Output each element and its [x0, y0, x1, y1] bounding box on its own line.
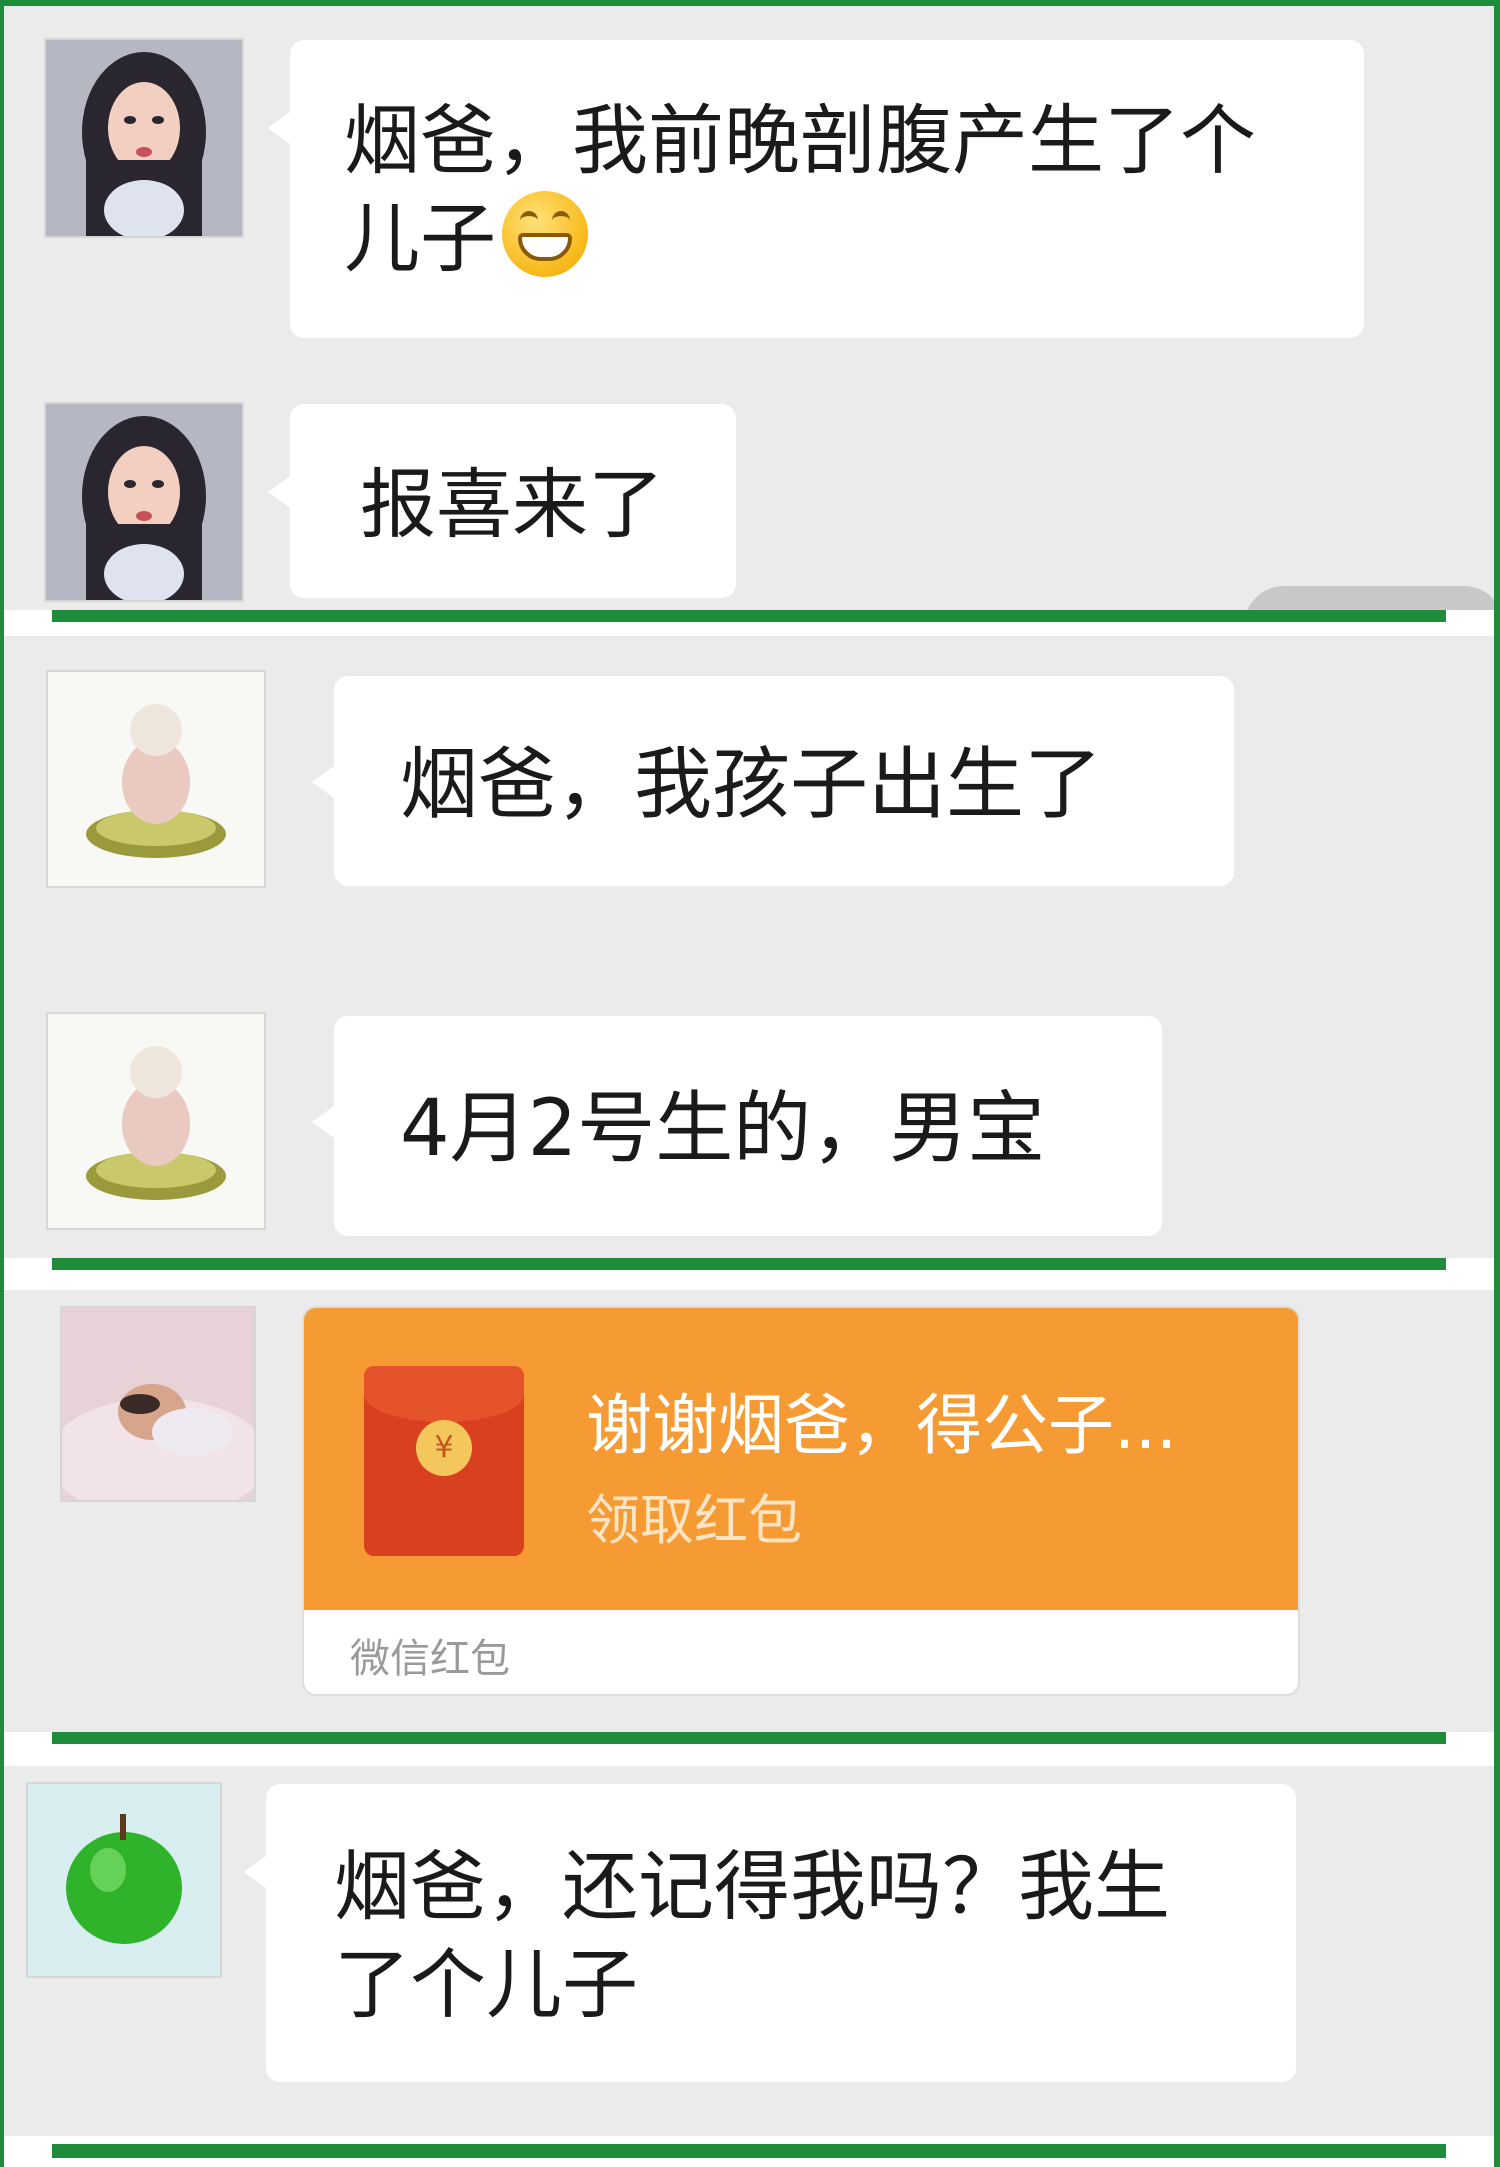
divider-4: [52, 2144, 1446, 2158]
red-packet-title: 谢谢烟爸，得公子...: [586, 1387, 1177, 1464]
red-packet-header: ¥ 谢谢烟爸，得公子... 领取红包: [304, 1308, 1298, 1610]
divider-1: [52, 610, 1446, 622]
message-text-1b: 儿子: [344, 190, 1324, 288]
message-text-3: 烟爸，我孩子出生了: [400, 740, 1103, 830]
message-text-1b-body: 儿子: [344, 194, 496, 283]
message-text-2: 报喜来了: [360, 460, 664, 549]
avatar-woman[interactable]: [44, 38, 244, 238]
coin-icon: ¥: [416, 1420, 472, 1476]
avatar-figurine[interactable]: [46, 670, 266, 888]
avatar-baby[interactable]: [60, 1306, 256, 1502]
chat-panel-4: 烟爸，还记得我吗？我生 了个儿子: [4, 1766, 1496, 2136]
chat-panel-3: ¥ 谢谢烟爸，得公子... 领取红包 微信红包: [4, 1290, 1496, 1732]
frame-right: [1494, 0, 1500, 2167]
woman-portrait-icon: [46, 404, 242, 600]
frame-top: [0, 0, 1500, 6]
figurine-icon: [48, 672, 264, 886]
message-bubble-1[interactable]: 烟爸，我前晚剖腹产生了个 儿子: [268, 40, 1364, 338]
message-text-6a: 烟爸，还记得我吗？我生: [334, 1842, 1170, 1931]
red-envelope-icon: ¥: [364, 1366, 524, 1556]
avatar-woman[interactable]: [44, 402, 244, 602]
message-bubble-3[interactable]: 烟爸，我孩子出生了: [312, 676, 1234, 886]
avatar-green-apple[interactable]: [26, 1782, 222, 1978]
message-bubble-2[interactable]: 报喜来了: [268, 404, 736, 598]
scroll-indicator[interactable]: [1244, 586, 1496, 610]
red-packet-card[interactable]: ¥ 谢谢烟爸，得公子... 领取红包 微信红包: [302, 1306, 1300, 1696]
green-apple-icon: [28, 1784, 220, 1976]
baby-photo-icon: [62, 1308, 254, 1500]
message-bubble-4[interactable]: 4月2号生的，男宝: [312, 1016, 1162, 1236]
avatar-figurine[interactable]: [46, 1012, 266, 1230]
divider-2: [52, 1258, 1446, 1270]
message-text-6b: 了个儿子: [334, 1940, 638, 2029]
figurine-icon: [48, 1014, 264, 1228]
chat-panel-2: 烟爸，我孩子出生了 4月2号生的，男宝: [4, 636, 1496, 1258]
chat-panel-1: 烟爸，我前晚剖腹产生了个 儿子 #mb1tail{} 报喜来了: [4, 6, 1496, 610]
red-packet-action[interactable]: 领取红包: [586, 1476, 802, 1555]
woman-portrait-icon: [46, 40, 242, 236]
message-text-1a: 烟爸，我前晚剖腹产生了个: [344, 96, 1256, 185]
message-text-4: 4月2号生的，男宝: [400, 1084, 1046, 1174]
frame-left: [0, 0, 4, 2167]
red-packet-footer: 微信红包: [350, 1636, 510, 1682]
grinning-emoji: [502, 191, 588, 277]
message-bubble-6[interactable]: 烟爸，还记得我吗？我生 了个儿子: [244, 1784, 1296, 2082]
divider-3: [52, 1732, 1446, 1744]
